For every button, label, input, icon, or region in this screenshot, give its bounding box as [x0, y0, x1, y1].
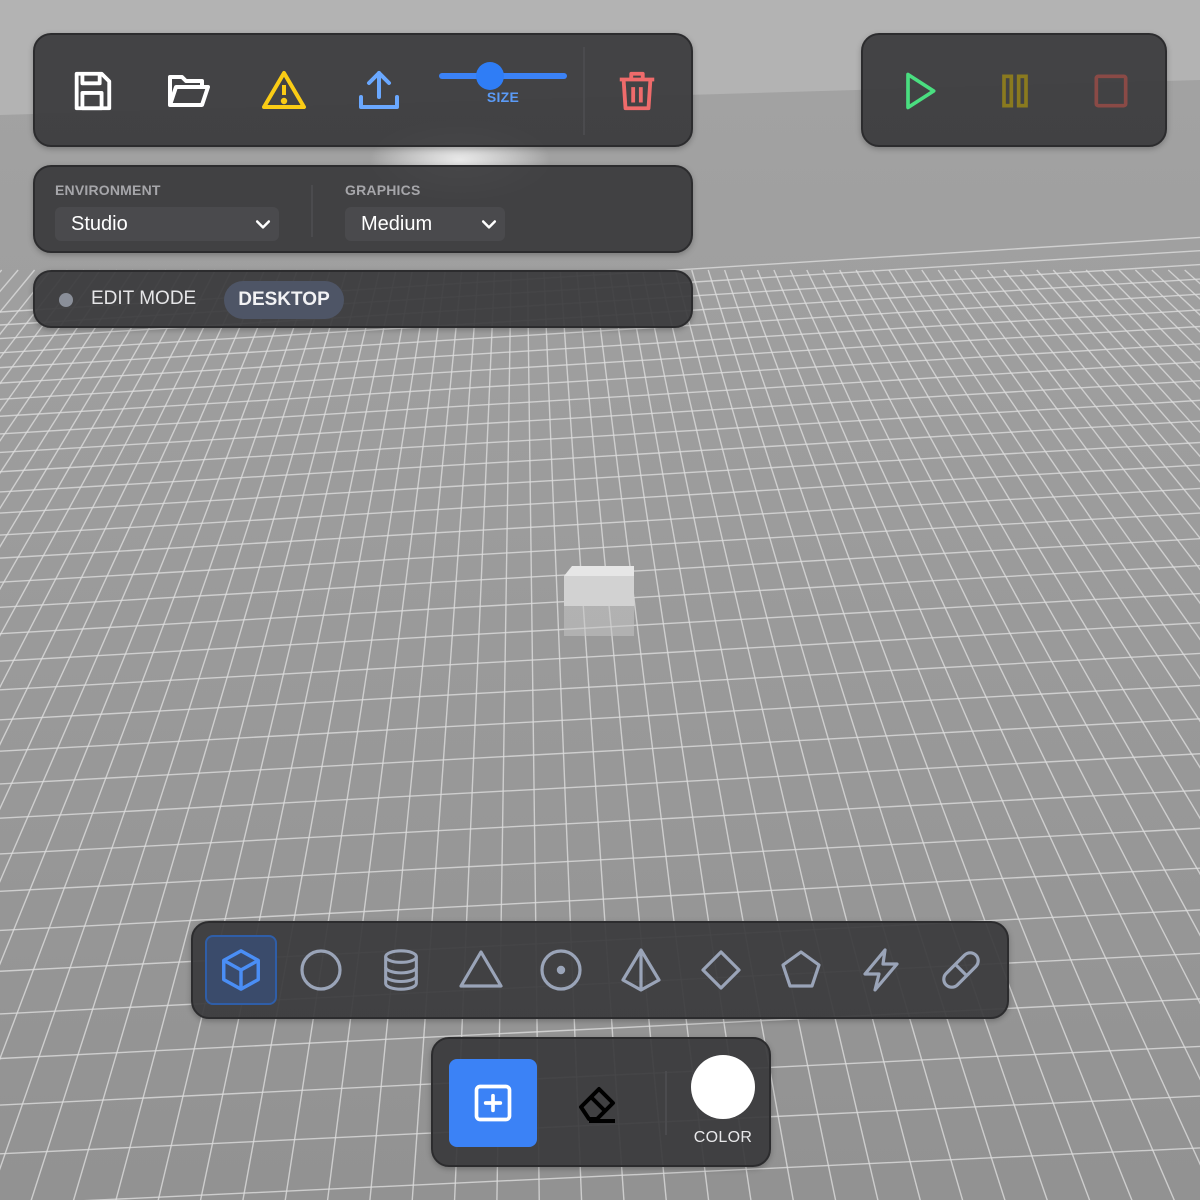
size-slider-thumb[interactable] — [476, 62, 505, 90]
size-label: SIZE — [486, 89, 520, 105]
eraser-icon — [579, 1087, 615, 1123]
folder-open-icon — [168, 75, 210, 107]
shape-diamond-button[interactable] — [685, 935, 757, 1005]
pause-button[interactable] — [987, 63, 1043, 119]
settings-divider — [311, 185, 313, 237]
placed-cube-object[interactable] — [564, 566, 634, 636]
shape-lightning-button[interactable] — [845, 935, 917, 1005]
environment-select[interactable]: Studio — [55, 207, 279, 241]
stop-icon — [1094, 74, 1128, 108]
shape-cylinder-button[interactable] — [365, 935, 437, 1005]
upload-button[interactable] — [351, 63, 407, 119]
edit-mode-label: EDIT MODE — [91, 288, 197, 309]
device-mode-pill[interactable]: DESKTOP — [224, 281, 344, 319]
graphics-value: Medium — [361, 213, 433, 235]
stop-button[interactable] — [1083, 63, 1139, 119]
sphere-icon — [300, 949, 342, 991]
shape-sphere-button[interactable] — [285, 935, 357, 1005]
shape-palette — [191, 921, 1009, 1019]
size-slider[interactable]: SIZE — [439, 35, 569, 145]
capsule-icon — [942, 951, 980, 989]
main-toolbar: SIZE — [33, 33, 693, 147]
cone-icon — [459, 950, 503, 988]
shape-pyramid-button[interactable] — [605, 935, 677, 1005]
playback-controls — [861, 33, 1167, 147]
pentagon-icon — [781, 950, 821, 988]
play-button[interactable] — [891, 63, 947, 119]
upload-icon — [359, 71, 399, 109]
save-button[interactable] — [64, 63, 120, 119]
shape-cube-button[interactable] — [205, 935, 277, 1005]
add-square-icon — [474, 1084, 512, 1122]
delete-button[interactable] — [609, 63, 665, 119]
color-label: COLOR — [693, 1129, 753, 1146]
mode-status-dot — [59, 293, 73, 307]
environment-value: Studio — [71, 213, 128, 235]
graphics-select[interactable]: Medium — [345, 207, 505, 241]
eraser-button[interactable] — [561, 1065, 637, 1141]
3d-editor-stage: SIZE ENVIRONMENT Studio GRAPHICS Medium … — [0, 0, 1200, 1200]
warning-icon — [262, 71, 306, 109]
pause-icon — [1002, 74, 1028, 108]
color-swatch[interactable] — [691, 1055, 755, 1119]
settings-panel: ENVIRONMENT Studio GRAPHICS Medium — [33, 165, 693, 253]
pyramid-icon — [621, 948, 661, 992]
lightning-icon — [863, 948, 899, 992]
graphics-label: GRAPHICS — [345, 182, 421, 198]
shape-pentagon-button[interactable] — [765, 935, 837, 1005]
add-object-button[interactable] — [449, 1059, 537, 1147]
open-button[interactable] — [160, 63, 216, 119]
tools-divider — [665, 1071, 667, 1135]
trash-icon — [619, 71, 655, 111]
shape-torus-button[interactable] — [525, 935, 597, 1005]
play-icon — [906, 72, 936, 110]
cylinder-icon — [384, 949, 418, 991]
save-icon — [74, 71, 112, 111]
warning-button[interactable] — [256, 63, 312, 119]
torus-icon — [540, 949, 582, 991]
diamond-icon — [701, 950, 741, 990]
shape-capsule-button[interactable] — [925, 935, 997, 1005]
shape-cone-button[interactable] — [445, 935, 517, 1005]
toolbar-divider — [583, 47, 585, 135]
chevron-down-icon — [255, 220, 271, 229]
cube-icon — [222, 949, 260, 991]
mode-bar: EDIT MODE DESKTOP — [33, 270, 693, 328]
chevron-down-icon — [481, 220, 497, 229]
environment-label: ENVIRONMENT — [55, 182, 161, 198]
tools-panel: COLOR — [431, 1037, 771, 1167]
